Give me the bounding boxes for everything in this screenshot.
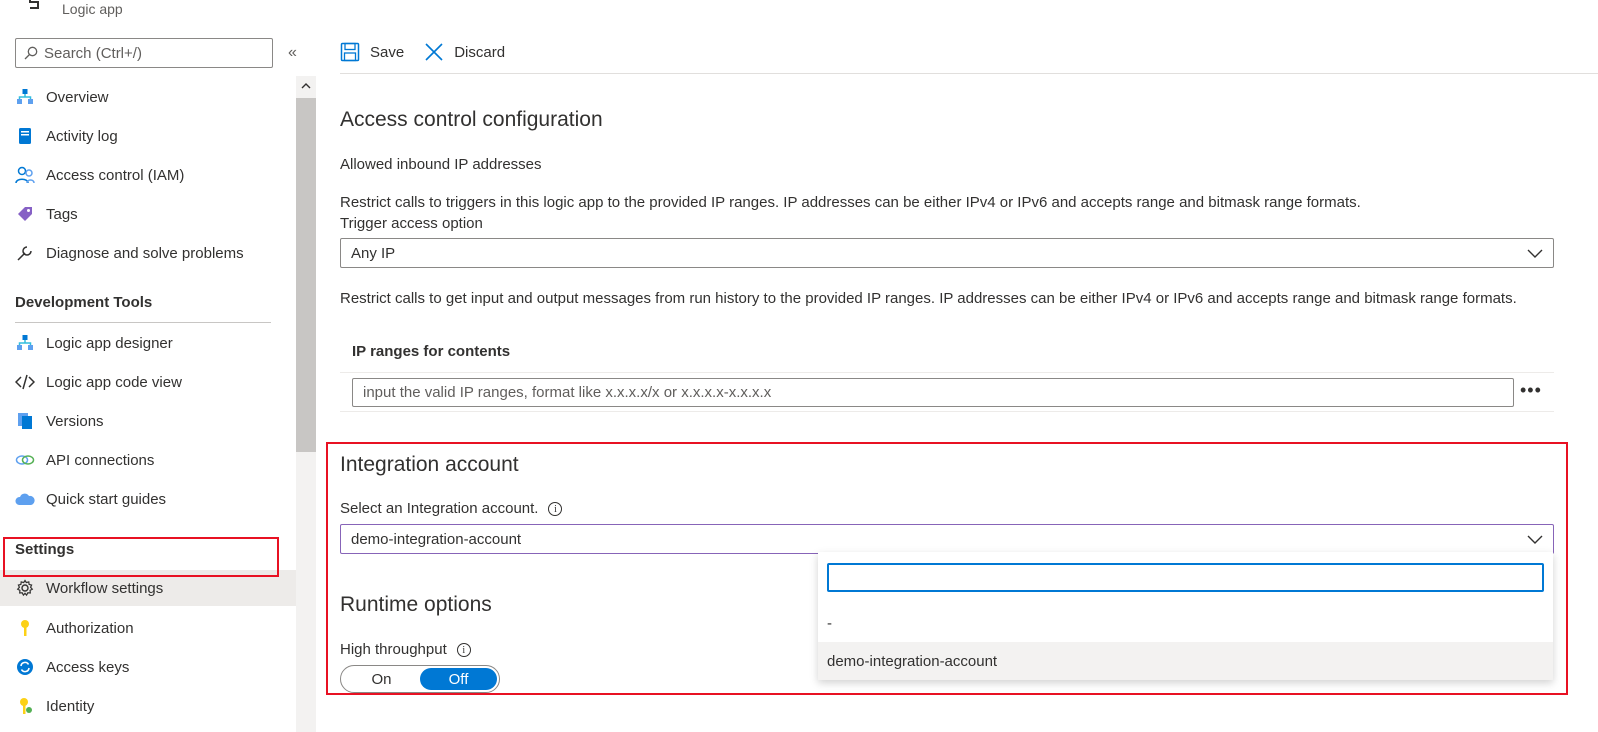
integration-select-text: Select an Integration account. (340, 500, 539, 517)
high-throughput-label: High throughput i (340, 639, 471, 660)
people-icon (15, 165, 35, 185)
sidebar-item-label: Access keys (46, 658, 130, 676)
versions-icon (15, 411, 35, 431)
trigger-access-dropdown[interactable]: Any IP (340, 238, 1554, 268)
sidebar-item-diagnose[interactable]: Diagnose and solve problems (0, 235, 296, 271)
save-label: Save (370, 43, 405, 61)
high-throughput-text: High throughput (340, 641, 447, 658)
activity-log-icon (15, 126, 35, 146)
restrict-run-history-description: Restrict calls to get input and output m… (340, 290, 1517, 307)
integration-account-menu: - demo-integration-account (818, 552, 1553, 680)
key-icon (15, 618, 35, 638)
toolbar-divider (340, 73, 1598, 74)
scrollbar-thumb[interactable] (296, 98, 316, 452)
restrict-triggers-description: Restrict calls to triggers in this logic… (340, 194, 1361, 211)
discard-button[interactable]: Discard (424, 42, 505, 62)
save-icon (340, 42, 360, 62)
wrench-icon (15, 243, 35, 263)
sidebar-item-label: Tags (46, 205, 78, 223)
runtime-options-heading: Runtime options (340, 593, 492, 616)
sidebar-item-label: Overview (46, 88, 109, 106)
sidebar-item-label: Diagnose and solve problems (46, 244, 244, 262)
double-chevron-left-icon[interactable]: « (288, 44, 297, 62)
integration-account-value: demo-integration-account (351, 530, 522, 548)
sidebar-item-access-keys[interactable]: Access keys (0, 649, 296, 685)
designer-icon (15, 333, 35, 353)
search-box[interactable] (15, 38, 273, 68)
sidebar-item-api-connections[interactable]: API connections (0, 442, 296, 478)
sidebar-item-identity[interactable]: Identity (0, 688, 296, 724)
cloud-icon (15, 489, 35, 509)
sidebar-item-tags[interactable]: Tags (0, 196, 296, 232)
toggle-on-option[interactable]: On (343, 668, 420, 690)
search-input[interactable] (44, 44, 264, 62)
trigger-access-value: Any IP (351, 244, 396, 262)
integration-account-heading: Integration account (340, 453, 519, 476)
table-divider (340, 372, 1554, 373)
sidebar-item-label: Access control (IAM) (46, 166, 185, 184)
toggle-off-option[interactable]: Off (420, 668, 497, 690)
table-divider (340, 411, 1554, 412)
sidebar-item-label: Identity (46, 697, 95, 715)
info-icon[interactable]: i (456, 643, 471, 658)
sidebar-item-activity-log[interactable]: Activity log (0, 118, 296, 154)
sidebar-scrollbar[interactable] (296, 76, 316, 732)
sidebar-item-authorization[interactable]: Authorization (0, 610, 296, 646)
sync-icon (15, 657, 35, 677)
allowed-inbound-label: Allowed inbound IP addresses (340, 156, 542, 173)
integration-select-label: Select an Integration account. i (340, 498, 563, 519)
link-icon (15, 450, 35, 470)
section-development-tools: Development Tools (15, 294, 153, 311)
gear-icon (15, 578, 35, 598)
divider (15, 322, 271, 323)
menu-option-demo-integration-account[interactable]: demo-integration-account (818, 642, 1553, 680)
access-control-heading: Access control configuration (340, 108, 603, 131)
sidebar-item-logic-app-designer[interactable]: Logic app designer (0, 325, 296, 361)
save-button[interactable]: Save (340, 42, 404, 62)
sidebar: « Overview Activity log Access control (… (0, 30, 318, 732)
menu-option-none[interactable]: - (818, 604, 1553, 642)
command-bar: Save Discard (340, 30, 525, 74)
menu-filter-input[interactable] (827, 563, 1544, 592)
sidebar-item-label: API connections (46, 451, 155, 469)
ip-ranges-input[interactable] (352, 378, 1514, 407)
info-icon[interactable]: i (548, 502, 563, 517)
sidebar-item-versions[interactable]: Versions (0, 403, 296, 439)
search-icon (24, 46, 38, 60)
scroll-up-arrow-icon[interactable] (296, 76, 316, 96)
identity-key-icon (15, 696, 35, 716)
sidebar-item-label: Versions (46, 412, 104, 430)
code-icon (15, 372, 35, 392)
discard-label: Discard (454, 43, 506, 61)
high-throughput-toggle[interactable]: On Off (340, 665, 500, 693)
sidebar-item-label: Logic app designer (46, 334, 173, 352)
chevron-down-icon (1527, 535, 1543, 544)
integration-account-dropdown[interactable]: demo-integration-account (340, 524, 1554, 554)
sidebar-item-code-view[interactable]: Logic app code view (0, 364, 296, 400)
sidebar-item-label: Activity log (46, 127, 118, 145)
logic-app-icon (29, 0, 39, 9)
sidebar-item-overview[interactable]: Overview (0, 79, 296, 115)
trigger-access-label: Trigger access option (340, 215, 483, 232)
ip-ranges-column-header: IP ranges for contents (352, 343, 511, 360)
tag-icon (15, 204, 35, 224)
close-icon (425, 43, 443, 61)
sidebar-item-label: Authorization (46, 619, 134, 637)
sidebar-item-access-control[interactable]: Access control (IAM) (0, 157, 296, 193)
highlight-box-workflow-settings (3, 537, 279, 577)
more-options-icon[interactable]: ••• (1520, 380, 1542, 401)
resource-type-label: Logic app (62, 1, 123, 17)
sidebar-item-quick-start[interactable]: Quick start guides (0, 481, 296, 517)
chevron-down-icon (1527, 249, 1543, 258)
sidebar-item-label: Logic app code view (46, 373, 182, 391)
sidebar-item-label: Quick start guides (46, 490, 167, 508)
sidebar-item-label: Workflow settings (46, 579, 164, 597)
overview-icon (15, 87, 35, 107)
